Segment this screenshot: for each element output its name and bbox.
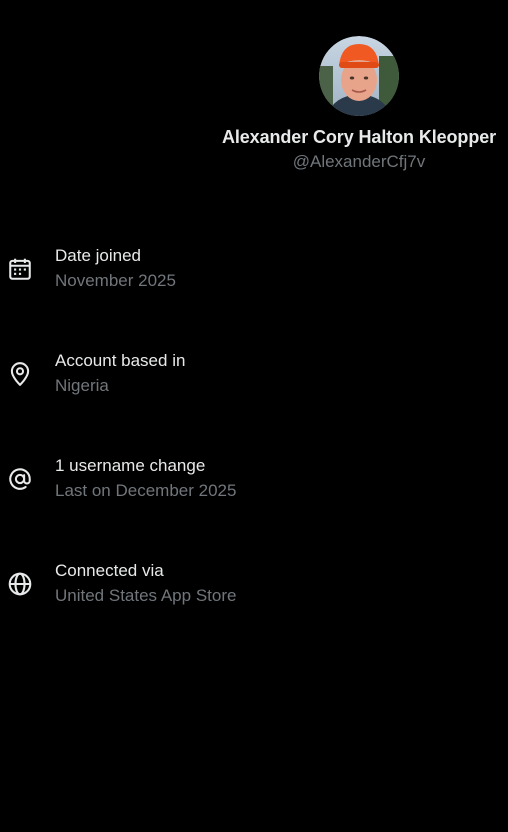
calendar-icon — [9, 258, 31, 280]
info-item-date-joined: Date joined November 2025 — [0, 244, 508, 296]
info-title: Date joined — [55, 246, 142, 265]
display-name: Alexander Cory Halton Kleopper — [221, 127, 497, 147]
profile-header: Alexander Cory Halton Kleopper @Alexande… — [200, 36, 508, 172]
info-item-account-location: Account based in Nigeria — [0, 349, 508, 401]
info-title: 1 username change — [55, 456, 206, 475]
at-sign-icon — [9, 468, 31, 490]
info-item-connected-via: Connected via United States App Store — [0, 559, 508, 611]
info-title: Connected via — [55, 561, 164, 580]
info-subtitle: Last on December 2025 — [55, 481, 237, 500]
info-title: Account based in — [55, 351, 186, 370]
avatar[interactable] — [319, 36, 399, 116]
globe-icon — [8, 572, 32, 596]
username-handle: @AlexanderCfj7v — [292, 152, 426, 171]
info-subtitle: United States App Store — [55, 586, 237, 605]
info-item-username-changes: 1 username change Last on December 2025 — [0, 454, 508, 506]
info-subtitle: Nigeria — [55, 376, 109, 395]
info-subtitle: November 2025 — [55, 271, 176, 290]
location-pin-icon — [10, 362, 30, 386]
